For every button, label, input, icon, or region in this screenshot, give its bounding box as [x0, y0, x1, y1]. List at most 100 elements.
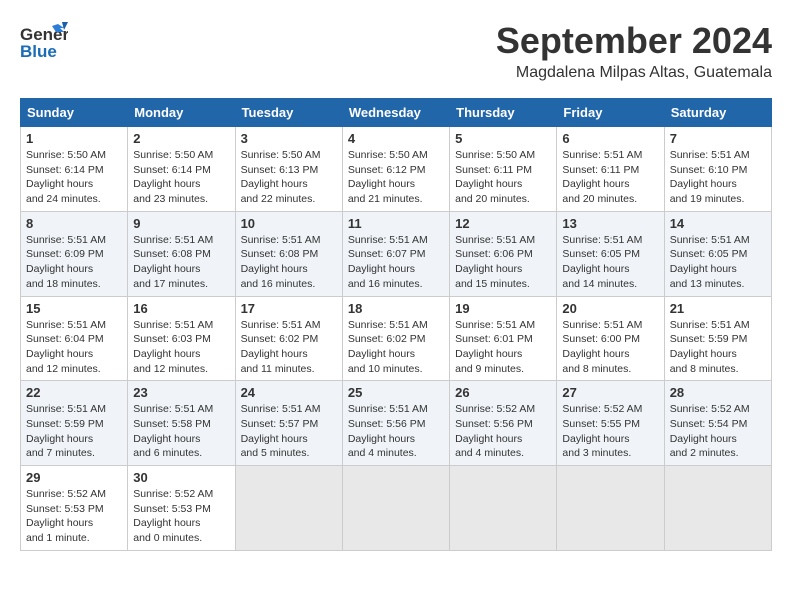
calendar-cell-20: 20Sunrise: 5:51 AMSunset: 6:00 PMDayligh… — [557, 296, 664, 381]
day-number: 29 — [26, 470, 122, 485]
day-info: Sunrise: 5:50 AMSunset: 6:13 PMDaylight … — [241, 148, 337, 207]
calendar-cell-9: 9 Sunrise: 5:51 AMSunset: 6:08 PMDaylight… — [128, 211, 235, 296]
day-number: 14 — [670, 216, 766, 231]
day-info: Sunrise: 5:51 AMSunset: 6:04 PMDaylight … — [26, 318, 122, 377]
day-info: Sunrise: 5:51 AMSunset: 6:03 PMDaylight … — [133, 318, 229, 377]
calendar-cell-19: 19 Sunrise: 5:51 AMSunset: 6:01 PMDayligh… — [450, 296, 557, 381]
col-thursday: Thursday — [450, 99, 557, 127]
month-title: September 2024 — [496, 20, 772, 62]
calendar-cell-18: 18 Sunrise: 5:51 AMSunset: 6:02 PMDayligh… — [342, 296, 449, 381]
col-saturday: Saturday — [664, 99, 771, 127]
day-info: Sunrise: 5:51 AMSunset: 6:06 PMDaylight … — [455, 233, 551, 292]
day-number: 5 — [455, 131, 551, 146]
calendar-cell-5: 5 Sunrise: 5:50 AMSunset: 6:11 PMDaylight… — [450, 127, 557, 212]
calendar-cell-27: 27 Sunrise: 5:52 AMSunset: 5:55 PMDayligh… — [557, 381, 664, 466]
col-sunday: Sunday — [21, 99, 128, 127]
calendar-cell-22: 22 Sunrise: 5:51 AMSunset: 5:59 PMDayligh… — [21, 381, 128, 466]
day-number: 19 — [455, 301, 551, 316]
calendar-cell-21: 21 Sunrise: 5:51 AMSunset: 5:59 PMDayligh… — [664, 296, 771, 381]
calendar-cell-empty — [450, 466, 557, 551]
day-number: 16 — [133, 301, 229, 316]
day-number: 9 — [133, 216, 229, 231]
day-info: Sunrise: 5:51 AMSunset: 6:05 PMDaylight … — [670, 233, 766, 292]
day-info: Sunrise: 5:51 AMSunset: 5:59 PMDaylight … — [26, 402, 122, 461]
day-number: 7 — [670, 131, 766, 146]
calendar-cell-empty — [557, 466, 664, 551]
calendar-cell-15: 15 Sunrise: 5:51 AMSunset: 6:04 PMDayligh… — [21, 296, 128, 381]
calendar-cell-28: 28 Sunrise: 5:52 AMSunset: 5:54 PMDayligh… — [664, 381, 771, 466]
day-info: Sunrise: 5:51 AMSunset: 6:02 PMDaylight … — [348, 318, 444, 377]
calendar-cell-empty — [235, 466, 342, 551]
day-number: 15 — [26, 301, 122, 316]
day-info: Sunrise: 5:50 AMSunset: 6:11 PMDaylight … — [455, 148, 551, 207]
day-info: Sunrise: 5:51 AMSunset: 6:05 PMDaylight … — [562, 233, 658, 292]
day-number: 17 — [241, 301, 337, 316]
day-number: 21 — [670, 301, 766, 316]
day-number: 27 — [562, 385, 658, 400]
col-monday: Monday — [128, 99, 235, 127]
day-number: 10 — [241, 216, 337, 231]
calendar-cell-6: 6 Sunrise: 5:51 AMSunset: 6:11 PMDaylight… — [557, 127, 664, 212]
day-info: Sunrise: 5:50 AMSunset: 6:14 PMDaylight … — [133, 148, 229, 207]
calendar-cell-26: 26 Sunrise: 5:52 AMSunset: 5:56 PMDayligh… — [450, 381, 557, 466]
day-info: Sunrise: 5:51 AMSunset: 6:02 PMDaylight … — [241, 318, 337, 377]
calendar-cell-29: 29 Sunrise: 5:52 AMSunset: 5:53 PMDayligh… — [21, 466, 128, 551]
day-info: Sunrise: 5:51 AMSunset: 6:09 PMDaylight … — [26, 233, 122, 292]
calendar-cell-1: 1Sunrise: 5:50 AMSunset: 6:14 PMDaylight… — [21, 127, 128, 212]
location-title: Magdalena Milpas Altas, Guatemala — [496, 64, 772, 82]
day-info: Sunrise: 5:51 AMSunset: 6:10 PMDaylight … — [670, 148, 766, 207]
day-info: Sunrise: 5:51 AMSunset: 5:59 PMDaylight … — [670, 318, 766, 377]
day-number: 13 — [562, 216, 658, 231]
day-info: Sunrise: 5:52 AMSunset: 5:54 PMDaylight … — [670, 402, 766, 461]
day-info: Sunrise: 5:52 AMSunset: 5:56 PMDaylight … — [455, 402, 551, 461]
calendar-cell-30: 30 Sunrise: 5:52 AMSunset: 5:53 PMDayligh… — [128, 466, 235, 551]
calendar-cell-10: 10 Sunrise: 5:51 AMSunset: 6:08 PMDayligh… — [235, 211, 342, 296]
day-info: Sunrise: 5:52 AMSunset: 5:53 PMDaylight … — [26, 487, 122, 546]
col-friday: Friday — [557, 99, 664, 127]
day-info: Sunrise: 5:51 AMSunset: 6:08 PMDaylight … — [241, 233, 337, 292]
day-number: 12 — [455, 216, 551, 231]
day-info: Sunrise: 5:51 AMSunset: 5:56 PMDaylight … — [348, 402, 444, 461]
day-info: Sunrise: 5:51 AMSunset: 6:00 PMDaylight … — [562, 318, 658, 377]
day-number: 24 — [241, 385, 337, 400]
calendar-cell-4: 4Sunrise: 5:50 AMSunset: 6:12 PMDaylight… — [342, 127, 449, 212]
day-number: 28 — [670, 385, 766, 400]
calendar-cell-17: 17 Sunrise: 5:51 AMSunset: 6:02 PMDayligh… — [235, 296, 342, 381]
calendar-cell-11: 11Sunrise: 5:51 AMSunset: 6:07 PMDayligh… — [342, 211, 449, 296]
day-info: Sunrise: 5:51 AMSunset: 6:08 PMDaylight … — [133, 233, 229, 292]
day-number: 6 — [562, 131, 658, 146]
day-info: Sunrise: 5:52 AMSunset: 5:55 PMDaylight … — [562, 402, 658, 461]
calendar-cell-empty — [342, 466, 449, 551]
day-number: 26 — [455, 385, 551, 400]
day-info: Sunrise: 5:51 AMSunset: 6:11 PMDaylight … — [562, 148, 658, 207]
calendar-cell-24: 24 Sunrise: 5:51 AMSunset: 5:57 PMDayligh… — [235, 381, 342, 466]
day-info: Sunrise: 5:51 AMSunset: 6:07 PMDaylight … — [348, 233, 444, 292]
calendar-table: Sunday Monday Tuesday Wednesday Thursday… — [20, 98, 772, 551]
title-area: September 2024 Magdalena Milpas Altas, G… — [496, 20, 772, 82]
day-number: 23 — [133, 385, 229, 400]
calendar-cell-12: 12 Sunrise: 5:51 AMSunset: 6:06 PMDayligh… — [450, 211, 557, 296]
svg-text:Blue: Blue — [20, 42, 57, 61]
calendar-cell-7: 7 Sunrise: 5:51 AMSunset: 6:10 PMDaylight… — [664, 127, 771, 212]
day-info: Sunrise: 5:51 AMSunset: 5:58 PMDaylight … — [133, 402, 229, 461]
day-number: 30 — [133, 470, 229, 485]
day-number: 22 — [26, 385, 122, 400]
calendar-cell-25: 25 Sunrise: 5:51 AMSunset: 5:56 PMDayligh… — [342, 381, 449, 466]
day-info: Sunrise: 5:51 AMSunset: 6:01 PMDaylight … — [455, 318, 551, 377]
col-tuesday: Tuesday — [235, 99, 342, 127]
calendar-cell-13: 13 Sunrise: 5:51 AMSunset: 6:05 PMDayligh… — [557, 211, 664, 296]
day-number: 18 — [348, 301, 444, 316]
day-info: Sunrise: 5:52 AMSunset: 5:53 PMDaylight … — [133, 487, 229, 546]
day-number: 1 — [26, 131, 122, 146]
day-number: 4 — [348, 131, 444, 146]
calendar-cell-empty — [664, 466, 771, 551]
day-number: 3 — [241, 131, 337, 146]
day-info: Sunrise: 5:51 AMSunset: 5:57 PMDaylight … — [241, 402, 337, 461]
calendar-cell-8: 8 Sunrise: 5:51 AMSunset: 6:09 PMDaylight… — [21, 211, 128, 296]
page-header: General Blue September 2024 Magdalena Mi… — [20, 20, 772, 82]
day-number: 8 — [26, 216, 122, 231]
day-number: 25 — [348, 385, 444, 400]
calendar-cell-2: 2 Sunrise: 5:50 AMSunset: 6:14 PMDaylight… — [128, 127, 235, 212]
day-number: 2 — [133, 131, 229, 146]
calendar-cell-16: 16 Sunrise: 5:51 AMSunset: 6:03 PMDayligh… — [128, 296, 235, 381]
